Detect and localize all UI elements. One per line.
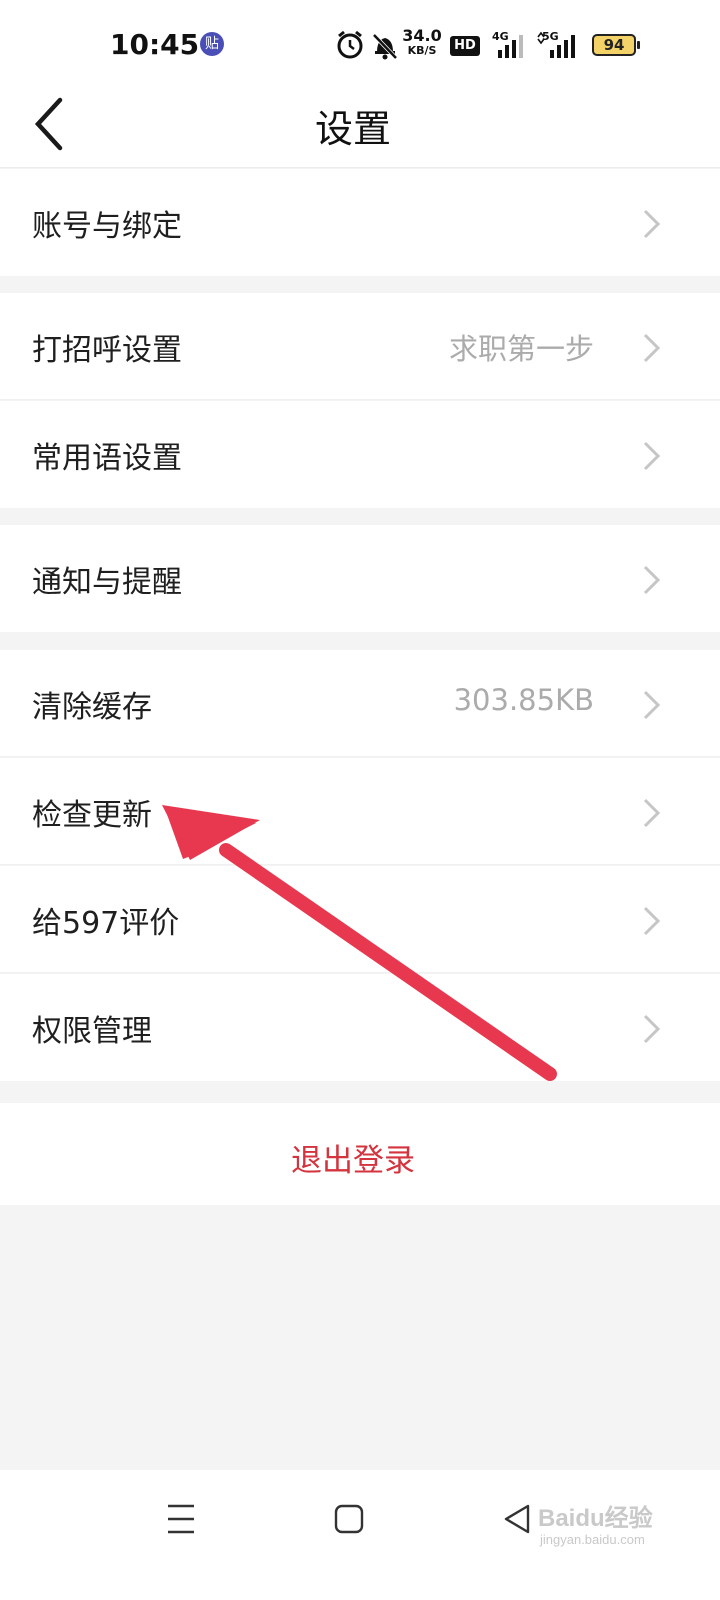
status-bar: 10:45 贴 34.0 KB/S HD 4G 5G 94 (0, 0, 720, 88)
settings-item-label: 通知与提醒 (32, 565, 182, 600)
logout-button[interactable]: 退出登录 (0, 1103, 720, 1205)
settings-item-value: 303.85KB (453, 683, 594, 717)
settings-item-label: 权限管理 (32, 1014, 152, 1049)
status-time: 10:45 (110, 28, 200, 61)
settings-item-label: 常用语设置 (32, 441, 182, 476)
app-notification-icon: 贴 (200, 32, 224, 56)
chevron-right-icon (643, 690, 661, 720)
settings-item-label: 给597评价 (32, 906, 180, 941)
watermark: Baidu经验 (538, 1505, 653, 1532)
chevron-right-icon (643, 798, 661, 828)
settings-item-greeting[interactable]: 打招呼设置 求职第一步 (0, 293, 720, 400)
chevron-right-icon (643, 565, 661, 595)
settings-item-rate-app[interactable]: 给597评价 (0, 866, 720, 973)
settings-item-account-binding[interactable]: 账号与绑定 (0, 169, 720, 276)
chevron-right-icon (643, 209, 661, 239)
signal-5g-icon: 5G (536, 30, 580, 58)
menu-icon[interactable] (166, 1502, 196, 1536)
settings-item-notifications[interactable]: 通知与提醒 (0, 525, 720, 632)
system-nav-bar: Baidu经验 jingyan.baidu.com (0, 1470, 720, 1600)
battery-icon: 94 (592, 34, 640, 56)
network-speed: 34.0 KB/S (402, 28, 442, 58)
chevron-right-icon (643, 1014, 661, 1044)
settings-item-label: 检查更新 (32, 798, 152, 833)
hd-label: HD (454, 38, 476, 53)
home-square-icon[interactable] (334, 1502, 364, 1536)
watermark-sub: jingyan.baidu.com (540, 1532, 645, 1547)
alarm-icon (337, 30, 363, 59)
settings-item-value: 求职第一步 (448, 332, 594, 366)
chevron-right-icon (643, 906, 661, 936)
settings-item-permissions[interactable]: 权限管理 (0, 974, 720, 1081)
page-title: 设置 (314, 107, 391, 151)
header: 设置 (0, 88, 720, 168)
chevron-right-icon (643, 333, 661, 363)
signal-4g-icon: 4G (492, 30, 528, 58)
settings-item-clear-cache[interactable]: 清除缓存 303.85KB (0, 650, 720, 757)
speed-unit: KB/S (407, 44, 437, 57)
mute-bell-icon (372, 33, 398, 60)
logout-label: 退出登录 (291, 1143, 415, 1179)
back-triangle-icon[interactable] (502, 1502, 532, 1536)
battery-level: 94 (603, 36, 625, 54)
settings-item-label: 账号与绑定 (32, 209, 182, 244)
settings-item-common-phrases[interactable]: 常用语设置 (0, 401, 720, 508)
settings-item-label: 打招呼设置 (32, 333, 182, 368)
hd-voice-icon: HD (450, 36, 480, 56)
chevron-right-icon (643, 441, 661, 471)
settings-item-label: 清除缓存 (32, 690, 152, 725)
settings-item-check-update[interactable]: 检查更新 (0, 758, 720, 865)
